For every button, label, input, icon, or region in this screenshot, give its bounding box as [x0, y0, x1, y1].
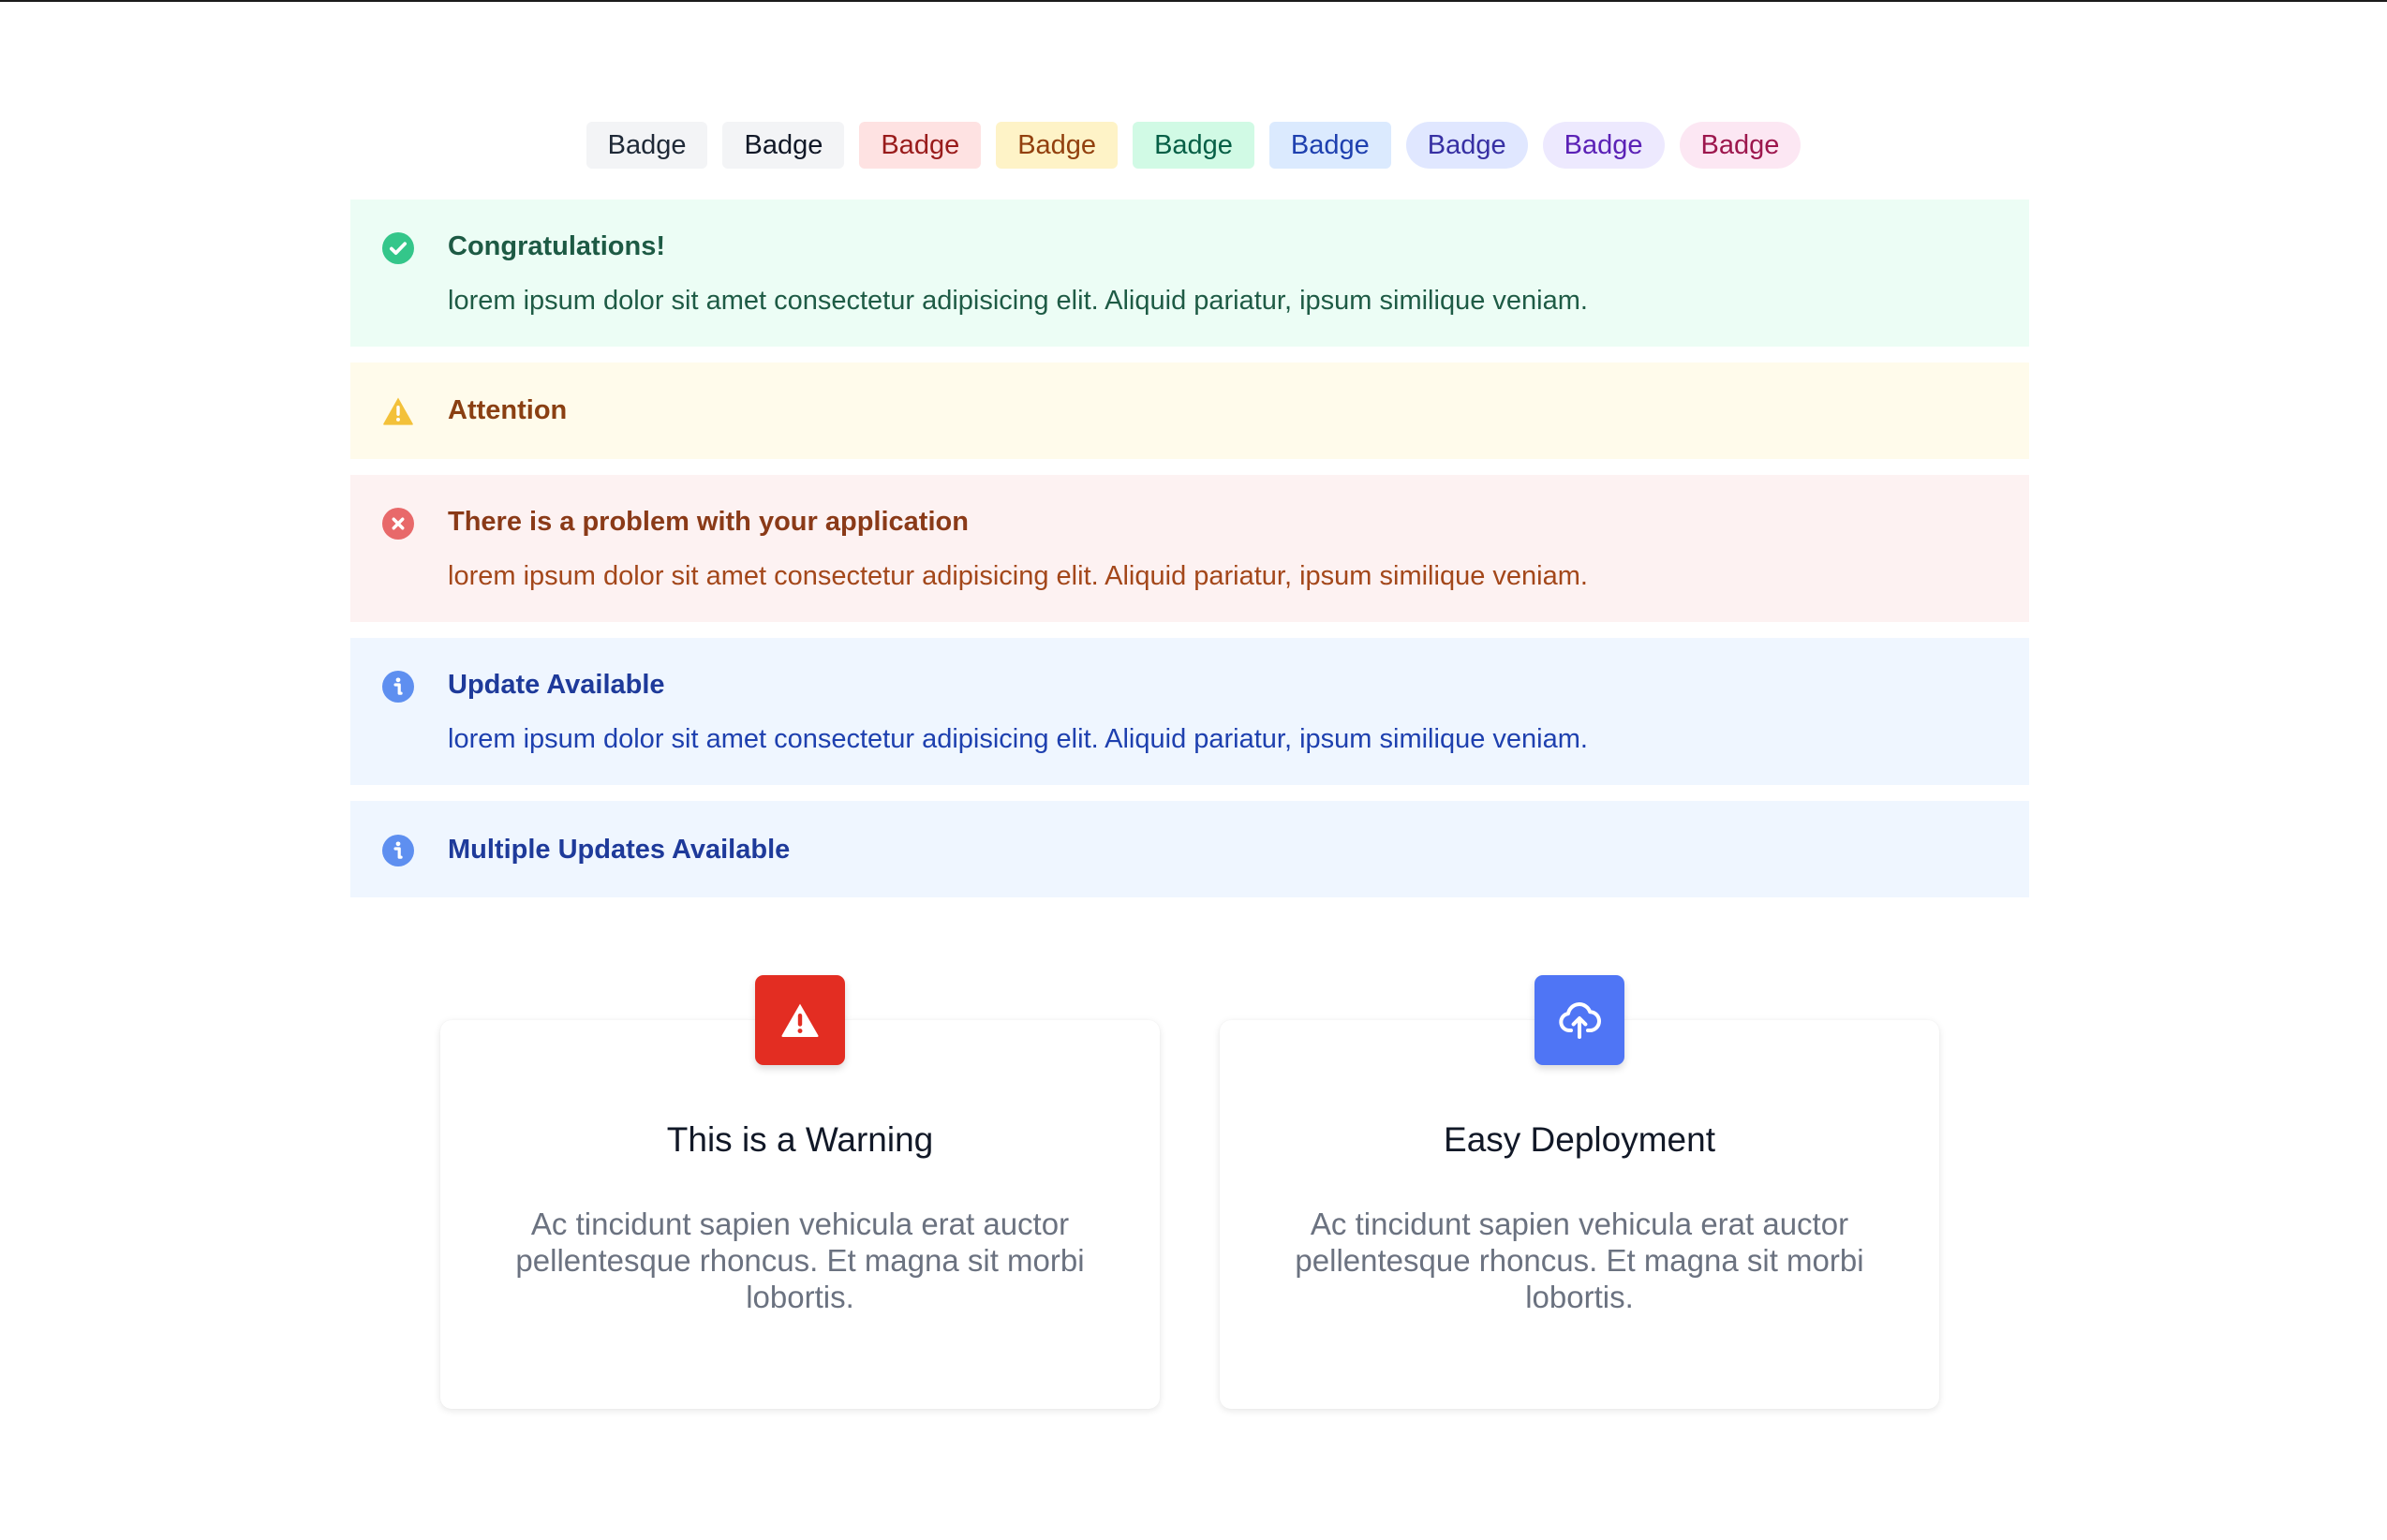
alert-title: Congratulations! [448, 231, 665, 261]
deployment-feature-card: Easy Deployment Ac tincidunt sapien vehi… [1220, 975, 1939, 1409]
alert-title: Multiple Updates Available [448, 835, 791, 865]
alert-message: lorem ipsum dolor sit amet consectetur a… [448, 286, 1588, 316]
badge-purple: Badge [1542, 122, 1665, 169]
check-circle-icon [382, 232, 414, 264]
badge-pink: Badge [1679, 122, 1801, 169]
alert-title: There is a problem with your application [448, 507, 969, 537]
warning-feature-card: This is a Warning Ac tincidunt sapien ve… [440, 975, 1160, 1409]
badge-blue: Badge [1268, 122, 1391, 169]
info-alert: Update Available lorem ipsum dolor sit a… [350, 638, 2029, 785]
alert-title: Attention [448, 395, 568, 425]
badge-yellow: Badge [996, 122, 1119, 169]
info-circle-icon [382, 835, 414, 866]
badge-gray-dark: Badge [722, 122, 845, 169]
alerts-list: Congratulations! lorem ipsum dolor sit a… [350, 200, 2029, 913]
warning-triangle-icon [383, 397, 413, 425]
alert-title: Update Available [448, 670, 665, 700]
card-description: Ac tincidunt sapien vehicula erat auctor… [515, 1207, 1085, 1314]
card-title: This is a Warning [666, 1120, 934, 1159]
info-circle-icon [382, 671, 414, 703]
cloud-upload-icon-tile [1534, 975, 1624, 1065]
badge-gray: Badge [586, 122, 708, 169]
info-alert-multiple: Multiple Updates Available [350, 801, 2029, 897]
warning-triangle-icon [781, 1003, 819, 1037]
page: Badge Badge Badge Badge Badge Badge Badg… [0, 0, 2387, 1540]
cloud-upload-icon [1559, 1002, 1601, 1039]
alert-message: lorem ipsum dolor sit amet consectetur a… [448, 724, 1588, 754]
warning-icon-tile [755, 975, 845, 1065]
badge-indigo: Badge [1405, 122, 1528, 169]
card-title: Easy Deployment [1444, 1120, 1715, 1159]
alert-message: lorem ipsum dolor sit amet consectetur a… [448, 561, 1588, 591]
badge-red: Badge [859, 122, 982, 169]
badge-green: Badge [1133, 122, 1254, 169]
badge-row: Badge Badge Badge Badge Badge Badge Badg… [0, 122, 2387, 169]
card-description: Ac tincidunt sapien vehicula erat auctor… [1295, 1207, 1864, 1314]
success-alert: Congratulations! lorem ipsum dolor sit a… [350, 200, 2029, 347]
error-alert: There is a problem with your application… [350, 475, 2029, 622]
warning-alert: Attention [350, 363, 2029, 459]
x-circle-icon [382, 508, 414, 540]
